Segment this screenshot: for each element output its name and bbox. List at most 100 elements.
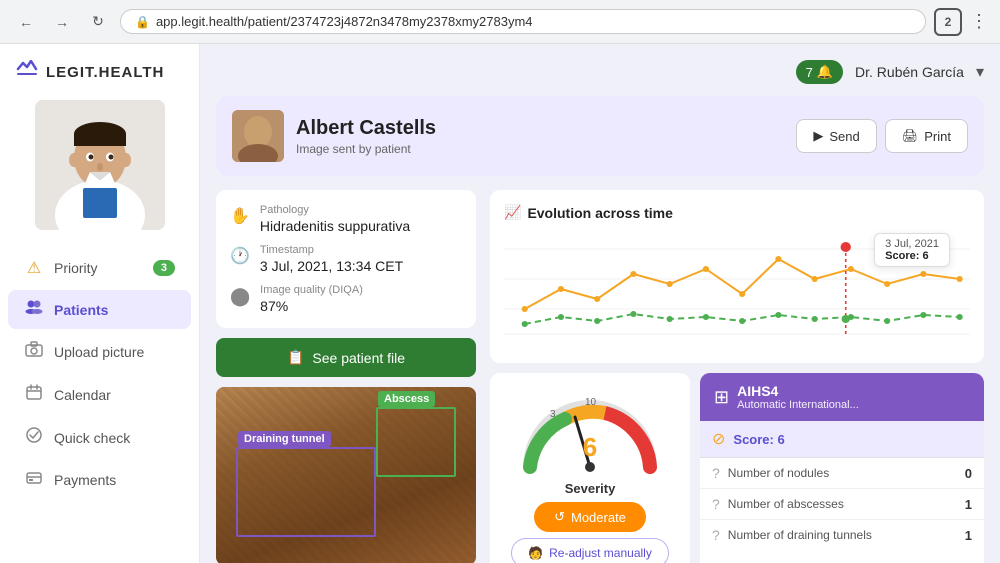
send-button[interactable]: ▶ Send: [796, 119, 876, 153]
url-text: app.legit.health/patient/2374723j4872n34…: [156, 14, 533, 29]
upload-icon: [24, 341, 44, 362]
bottom-grid: 0 3 10 50 6 Severity ↺ Moderate: [490, 373, 984, 563]
chevron-down-icon[interactable]: ▾: [976, 62, 984, 82]
content-grid: ✋ Pathology Hidradenitis suppurativa 🕐 T…: [216, 190, 984, 563]
print-label: Print: [924, 129, 951, 144]
sidebar: LEGIT.HEALTH: [0, 44, 200, 563]
tunnels-label: Number of draining tunnels: [728, 528, 957, 542]
sidebar-item-priority[interactable]: ⚠ Priority 3: [8, 248, 191, 288]
tooltip-date: 3 Jul, 2021: [885, 238, 939, 250]
severity-score: 6: [583, 432, 597, 463]
send-icon: ▶: [813, 128, 823, 144]
upload-label: Upload picture: [54, 344, 144, 360]
patient-name: Albert Castells: [296, 117, 436, 140]
timestamp-label: Timestamp: [260, 244, 403, 256]
left-panel: ✋ Pathology Hidradenitis suppurativa 🕐 T…: [216, 190, 476, 563]
menu-dots[interactable]: ⋮: [970, 11, 988, 32]
patient-subtitle: Image sent by patient: [296, 142, 436, 156]
help-icon-abscesses[interactable]: ?: [712, 496, 720, 512]
quality-value: 87%: [260, 298, 363, 314]
patient-info: Albert Castells Image sent by patient: [232, 110, 436, 162]
help-icon-nodules[interactable]: ?: [712, 465, 720, 481]
readjust-label: Re-adjust manually: [549, 546, 652, 560]
aihs4-score-row: ⊘ Score: 6: [700, 421, 984, 458]
notification-badge[interactable]: 7 🔔: [796, 60, 843, 84]
tab-count[interactable]: 2: [934, 8, 962, 36]
calendar-icon: [24, 384, 44, 405]
severity-label: Severity: [565, 481, 616, 496]
patient-card: Albert Castells Image sent by patient ▶ …: [216, 96, 984, 176]
aihs4-header: ⊞ AIHS4 Automatic International...: [700, 373, 984, 421]
pathology-row: ✋ Pathology Hidradenitis suppurativa: [230, 204, 462, 234]
bell-icon: 🔔: [817, 64, 833, 80]
sidebar-item-patients[interactable]: Patients: [8, 290, 191, 329]
readjust-button[interactable]: 🧑 Re-adjust manually: [511, 538, 669, 563]
image-quality-row: ⬤ Image quality (DIQA) 87%: [230, 284, 462, 314]
logo-icon: [16, 60, 38, 84]
aihs4-abscesses-row: ? Number of abscesses 1: [700, 489, 984, 520]
abscesses-label: Number of abscesses: [728, 497, 957, 511]
see-patient-file-button[interactable]: 📋 See patient file: [216, 338, 476, 377]
notif-count: 7: [806, 65, 813, 80]
main-content: 7 🔔 Dr. Rubén García ▾ Albert Castel: [200, 44, 1000, 563]
print-button[interactable]: 🖨 Print: [885, 119, 968, 153]
priority-badge: 3: [153, 260, 175, 276]
timestamp-row: 🕐 Timestamp 3 Jul, 2021, 13:34 CET: [230, 244, 462, 274]
sidebar-item-upload[interactable]: Upload picture: [8, 331, 191, 372]
sidebar-nav: ⚠ Priority 3 Patients: [0, 238, 199, 563]
forward-button[interactable]: →: [48, 8, 76, 36]
sidebar-item-quickcheck[interactable]: Quick check: [8, 417, 191, 458]
patients-label: Patients: [54, 302, 108, 318]
reload-button[interactable]: ↻: [84, 8, 112, 36]
draining-tunnel-box: Draining tunnel: [236, 447, 376, 537]
tunnels-value: 1: [965, 528, 972, 543]
gauge-container: 0 3 10 50 6: [515, 387, 665, 477]
rotate-icon: ↺: [554, 509, 565, 525]
tooltip-score: Score: 6: [885, 250, 939, 262]
quickcheck-icon: [24, 427, 44, 448]
address-bar[interactable]: 🔒 app.legit.health/patient/2374723j4872n…: [120, 9, 926, 34]
quality-label: Image quality (DIQA): [260, 284, 363, 296]
moderate-button[interactable]: ↺ Moderate: [534, 502, 646, 532]
moderate-label: Moderate: [571, 510, 626, 525]
app-container: LEGIT.HEALTH: [0, 44, 1000, 563]
aihs4-title: AIHS4: [737, 383, 859, 399]
lock-icon: 🔒: [135, 15, 150, 29]
help-icon-tunnels[interactable]: ?: [712, 527, 720, 543]
abscess-label: Abscess: [378, 391, 435, 407]
app-header: 7 🔔 Dr. Rubén García ▾: [216, 60, 984, 84]
severity-section: 0 3 10 50 6 Severity ↺ Moderate: [490, 373, 690, 563]
pathology-icon: ✋: [230, 206, 250, 226]
priority-icon: ⚠: [24, 258, 44, 278]
right-panel: 📈 Evolution across time 3 Jul, 2021 Scor…: [490, 190, 984, 563]
aihs4-subtitle: Automatic International...: [737, 399, 859, 411]
see-patient-file-label: See patient file: [312, 350, 405, 366]
patient-image: Draining tunnel Abscess: [216, 387, 476, 563]
timestamp-value: 3 Jul, 2021, 13:34 CET: [260, 258, 403, 274]
aihs4-body: ⊘ Score: 6 ? Number of nodules 0 ? Numbe…: [700, 421, 984, 550]
aihs4-tunnels-row: ? Number of draining tunnels 1: [700, 520, 984, 550]
chart-title: 📈 Evolution across time: [504, 204, 970, 221]
person-icon: 🧑: [528, 546, 543, 560]
abscess-box: Abscess: [376, 407, 456, 477]
payments-icon: [24, 470, 44, 489]
back-button[interactable]: ←: [12, 8, 40, 36]
aihs4-score-label: Score: 6: [733, 432, 784, 447]
doctor-name[interactable]: Dr. Rubén García: [855, 64, 964, 80]
aihs4-icon: ⊞: [714, 387, 729, 408]
info-section: ✋ Pathology Hidradenitis suppurativa 🕐 T…: [216, 190, 476, 328]
aihs4-nodules-row: ? Number of nodules 0: [700, 458, 984, 489]
pathology-value: Hidradenitis suppurativa: [260, 218, 410, 234]
chart-section: 📈 Evolution across time 3 Jul, 2021 Scor…: [490, 190, 984, 363]
aihs4-section: ⊞ AIHS4 Automatic International... ⊘ Sco…: [700, 373, 984, 563]
clock-icon: 🕐: [230, 246, 250, 266]
card-actions: ▶ Send 🖨 Print: [796, 119, 968, 153]
calendar-label: Calendar: [54, 387, 111, 403]
sidebar-item-calendar[interactable]: Calendar: [8, 374, 191, 415]
browser-bar: ← → ↻ 🔒 app.legit.health/patient/2374723…: [0, 0, 1000, 44]
nodules-value: 0: [965, 466, 972, 481]
sidebar-item-payments[interactable]: Payments: [8, 460, 191, 499]
pathology-label: Pathology: [260, 204, 410, 216]
print-icon: 🖨: [902, 128, 919, 144]
chart-container: 3 Jul, 2021 Score: 6: [504, 229, 970, 349]
